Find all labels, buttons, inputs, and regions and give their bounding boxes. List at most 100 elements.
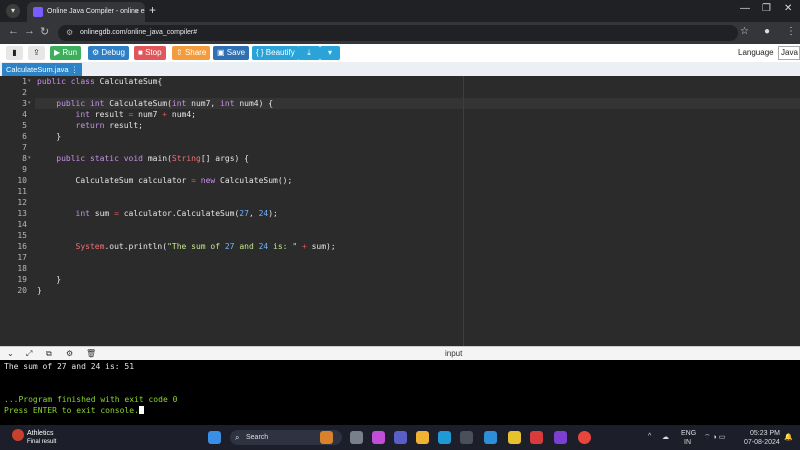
app-icon-3[interactable] (554, 431, 567, 444)
code-line: } (37, 275, 62, 284)
code-line: System.out.println("The sum of 27 and 24… (75, 242, 336, 251)
url-input[interactable]: ⚙ onlinegdb.com/online_java_compiler# (58, 25, 738, 41)
language-indicator-top[interactable]: ENG (681, 430, 696, 437)
chrome-icon[interactable] (578, 431, 591, 444)
mcafee-icon[interactable] (530, 431, 543, 444)
clock-date: 07-08-2024 (744, 439, 780, 446)
code-line: public class CalculateSum{ (37, 77, 163, 86)
line-number: 7 (22, 143, 27, 152)
line-number: 5 (22, 121, 27, 130)
line-number: 20 (17, 286, 27, 295)
line-number-gutter: 1 2 3 4 5 6 7 8 9 10 11 12 13 14 15 16 17 18 19 20 ▾ ▾ ▾ (0, 76, 35, 346)
reload-icon[interactable]: ↻ (40, 25, 49, 38)
back-arrow-icon[interactable]: ← (8, 25, 19, 37)
line-number: 14 (17, 220, 27, 229)
tab-search-icon[interactable]: ▾ (6, 4, 20, 18)
widget-title[interactable]: Athletics (27, 430, 53, 437)
fold-arrow-icon[interactable]: ▾ (28, 155, 31, 161)
console-exit-message: ...Program finished with exit code 0 (4, 395, 178, 404)
copy-icon[interactable]: ⧉ (46, 349, 52, 359)
console-toolbar: ⌄ ⤢ ⧉ ⚙ 🗑 input (0, 346, 800, 360)
line-number: 2 (22, 88, 27, 97)
site-info-icon[interactable]: ⚙ (66, 25, 73, 41)
windows-taskbar: Athletics Final result ⌕ Search ^ ☁ ENG … (0, 425, 800, 450)
minimize-button[interactable]: — (740, 3, 750, 14)
collapse-chevron-icon[interactable]: ⌄ (7, 349, 14, 358)
search-icon: ⌕ (235, 433, 240, 442)
download-icon[interactable]: ⤓ (298, 46, 320, 60)
forward-arrow-icon[interactable]: → (24, 25, 35, 37)
upload-file-icon[interactable]: ⇪ (28, 46, 45, 60)
run-button[interactable]: ▶ Run (50, 46, 82, 60)
line-number: 3 (22, 99, 27, 108)
code-line: public int CalculateSum(int num7, int nu… (56, 99, 274, 108)
code-line: CalculateSum calculator = new CalculateS… (37, 176, 293, 185)
app-icon-1[interactable] (484, 431, 497, 444)
line-number: 19 (17, 275, 27, 284)
line-number: 13 (17, 209, 27, 218)
line-number: 4 (22, 110, 27, 119)
notification-bell-icon[interactable]: 🔔 (784, 433, 793, 441)
language-select[interactable]: Java (778, 46, 800, 60)
close-window-button[interactable]: ✕ (784, 3, 792, 14)
line-number: 12 (17, 198, 27, 207)
console-output-line: The sum of 27 and 24 is: 51 (4, 362, 135, 371)
bookmark-star-icon[interactable]: ☆ (740, 26, 749, 37)
network-volume-battery-icon[interactable]: ⌔ ◑ ▭ (704, 433, 725, 442)
file-explorer-icon[interactable] (416, 431, 429, 444)
onlinegdb-favicon-icon (33, 7, 43, 17)
onedrive-icon[interactable]: ☁ (662, 433, 669, 441)
clock-time[interactable]: 05:23 PM (750, 430, 780, 437)
new-tab-button[interactable]: + (149, 3, 156, 17)
code-line: int sum = calculator.CalculateSum(27, 24… (75, 209, 278, 218)
language-indicator-bottom: IN (684, 439, 691, 446)
store-icon[interactable] (460, 431, 473, 444)
file-tab-calculatesum[interactable]: CalculateSum.java ⋮ (2, 63, 83, 76)
line-number: 17 (17, 253, 27, 262)
code-line: return result; (75, 121, 143, 130)
code-line: public static void main(String[] args) { (56, 154, 249, 163)
browser-menu-icon[interactable]: ⋮ (786, 26, 796, 37)
edge-browser-icon[interactable] (438, 431, 451, 444)
app-icon-2[interactable] (508, 431, 521, 444)
language-label: Language (738, 48, 774, 57)
fold-arrow-icon[interactable]: ▾ (28, 78, 31, 84)
browser-tab-bar: ▾ Online Java Compiler - online e × + — … (0, 0, 800, 22)
search-highlight-icon (320, 431, 333, 444)
news-widget-icon[interactable] (12, 429, 24, 441)
task-view-icon[interactable] (350, 431, 363, 444)
input-label: input (445, 349, 463, 358)
windows-start-icon[interactable] (208, 431, 221, 444)
teams-icon[interactable] (394, 431, 407, 444)
new-file-icon[interactable]: ▮ (6, 46, 23, 60)
expand-icon[interactable]: ⤢ (26, 349, 32, 359)
clear-console-icon[interactable]: 🗑 (86, 349, 96, 358)
share-button[interactable]: ⇧ Share (172, 46, 211, 60)
browser-tab[interactable]: Online Java Compiler - online e × (27, 2, 145, 22)
code-editor[interactable]: 1 2 3 4 5 6 7 8 9 10 11 12 13 14 15 16 17 18 19 20 ▾ ▾ ▾ publi… (0, 76, 800, 346)
debug-button[interactable]: ⚙ Debug (88, 46, 129, 60)
beautify-button[interactable]: { } Beautify (252, 46, 299, 60)
settings-gear-icon[interactable]: ⚙ (66, 349, 73, 358)
profile-icon[interactable]: ● (764, 26, 770, 37)
tab-close-icon[interactable]: × (134, 2, 139, 22)
console-output[interactable]: The sum of 27 and 24 is: 51 ...Program f… (0, 360, 800, 425)
tray-chevron-icon[interactable]: ^ (648, 433, 651, 440)
line-number: 9 (22, 165, 27, 174)
fold-arrow-icon[interactable]: ▾ (28, 100, 31, 106)
copilot-icon[interactable] (372, 431, 385, 444)
download-dropdown-icon[interactable]: ▾ (320, 46, 340, 60)
maximize-button[interactable]: ❐ (762, 3, 771, 14)
save-button[interactable]: ▣ Save (213, 46, 250, 60)
file-menu-icon[interactable]: ⋮ (71, 65, 79, 74)
stop-button[interactable]: ■ Stop (134, 46, 166, 60)
file-tab-row: CalculateSum.java ⋮ (0, 62, 800, 76)
